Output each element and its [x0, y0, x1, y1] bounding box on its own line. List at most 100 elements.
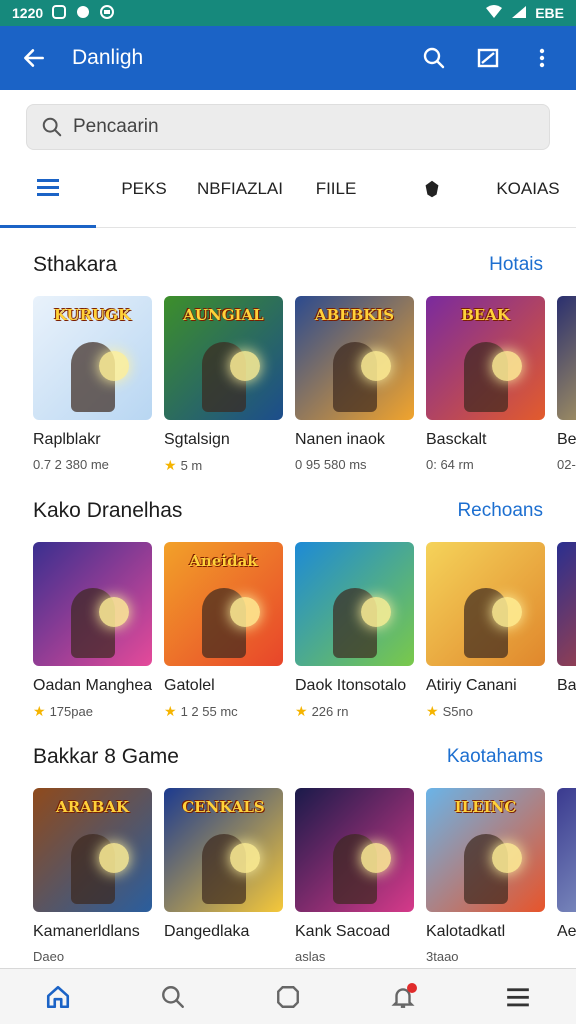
game-meta: ★ S5no [426, 703, 545, 720]
game-card[interactable]: Aneidak Gatolel ★ 1 2 55 mc [164, 542, 283, 720]
game-card[interactable]: Bed 02- [557, 296, 576, 474]
tab-koaias[interactable]: KOAIAS [480, 150, 576, 228]
game-meta: ★ 175pae [33, 703, 152, 720]
tab-menu[interactable] [0, 150, 96, 228]
glow-effect [361, 843, 391, 873]
game-art-title: KURUGK [54, 306, 131, 324]
game-meta: ★ 226 rn [295, 703, 414, 720]
nav-search-button[interactable] [145, 969, 201, 1025]
nav-notifications-button[interactable] [375, 969, 431, 1025]
tab-bar: PEKS NBFIAZLAI FIILE KOAIAS [0, 150, 576, 228]
glow-effect [99, 597, 129, 627]
game-thumbnail[interactable] [295, 788, 414, 912]
game-thumbnail[interactable]: Aneidak [164, 542, 283, 666]
game-card[interactable]: Oadan Manghear ★ 175pae [33, 542, 152, 720]
nav-apps-button[interactable] [260, 969, 316, 1025]
game-card[interactable]: Aed [557, 788, 576, 964]
game-art-title: ABEBKIS [314, 306, 395, 324]
shield-icon [425, 180, 439, 197]
tab-nbfiazlai[interactable]: NBFIAZLAI [192, 150, 288, 228]
game-thumbnail[interactable] [557, 788, 576, 912]
search-wrapper: Pencaarin [0, 90, 576, 150]
back-button[interactable] [14, 38, 54, 78]
game-meta-text: Daeo [33, 949, 65, 964]
home-icon [46, 985, 69, 1008]
star-icon: ★ [295, 703, 308, 719]
menu-icon [507, 987, 530, 1006]
game-card[interactable]: Atiriy Canani ★ S5no [426, 542, 545, 720]
game-card[interactable]: AUNGIAL Sgtalsign ★ 5 m [164, 296, 283, 474]
nav-menu-button[interactable] [490, 969, 546, 1025]
game-thumbnail[interactable]: AUNGIAL [164, 296, 283, 420]
game-card[interactable]: CENKALS Dangedlaka [164, 788, 283, 964]
game-thumbnail[interactable]: CENKALS [164, 788, 283, 912]
game-meta: 0 95 580 ms [295, 457, 414, 472]
status-time: 1220 [12, 5, 44, 21]
wifi-icon [485, 4, 503, 22]
tab-peks[interactable]: PEKS [96, 150, 192, 228]
game-card[interactable]: Ban [557, 542, 576, 720]
game-meta: aslas [295, 949, 414, 964]
more-options-button[interactable] [522, 38, 562, 78]
game-name: Atiriy Canani [426, 677, 517, 694]
tab-fiile[interactable]: FIILE [288, 150, 384, 228]
game-meta: Daeo [33, 949, 152, 964]
game-thumbnail[interactable]: BEAK [426, 296, 545, 420]
glow-effect [492, 351, 522, 381]
game-card[interactable]: Kank Sacoad aslas [295, 788, 414, 964]
game-meta-text: 175pae [49, 704, 93, 719]
tab-shield[interactable] [384, 150, 480, 228]
game-name: Sgtalsign [164, 431, 230, 448]
section-title: Kako Dranelhas [33, 499, 183, 522]
game-name: Oadan Manghear [33, 677, 152, 694]
game-name: Aed [557, 923, 576, 940]
game-card[interactable]: BEAK Basckalt 0: 64 rm [426, 296, 545, 474]
game-row: ARABAK Kamanerldlans Daeo CENKALS Danged… [0, 788, 576, 964]
bottom-nav [0, 968, 576, 1024]
game-thumbnail[interactable] [33, 542, 152, 666]
game-art-title: ILEINC [454, 798, 517, 816]
game-card[interactable]: ABEBKIS Nanen inaok 0 95 580 ms [295, 296, 414, 474]
game-meta-text: 1 2 55 mc [180, 704, 238, 719]
game-meta-text: 5 m [180, 458, 203, 473]
game-thumbnail[interactable]: ILEINC [426, 788, 545, 912]
app-bar: Danligh [0, 26, 576, 90]
search-button[interactable] [414, 38, 454, 78]
game-thumbnail[interactable]: ARABAK [33, 788, 152, 912]
notification-icon [51, 4, 67, 23]
status-right: EBE [485, 4, 564, 22]
search-icon [42, 117, 62, 137]
glow-effect [492, 843, 522, 873]
star-icon: ★ [426, 703, 439, 719]
glow-effect [230, 597, 260, 627]
section-header: Bakkar 8 Game Kaotahams [0, 742, 576, 772]
game-card[interactable]: Daok Itonsotalo ★ 226 rn [295, 542, 414, 720]
game-meta: ★ 5 m [164, 457, 283, 474]
nav-home-button[interactable] [30, 969, 86, 1025]
game-art-title: ARABAK [55, 798, 130, 816]
game-thumbnail[interactable]: KURUGK [33, 296, 152, 420]
status-bar: 1220 EBE [0, 0, 576, 26]
game-thumbnail[interactable] [557, 542, 576, 666]
search-input[interactable]: Pencaarin [26, 104, 550, 150]
star-icon: ★ [164, 703, 177, 719]
game-meta-text: 0.7 2 380 me [33, 457, 109, 472]
game-thumbnail[interactable] [426, 542, 545, 666]
game-card[interactable]: KURUGK Raplblakr 0.7 2 380 me [33, 296, 152, 474]
message-icon [99, 4, 115, 23]
compose-icon [477, 48, 499, 68]
section-see-more-link[interactable]: Rechoans [457, 500, 543, 522]
game-thumbnail[interactable] [557, 296, 576, 420]
section-see-more-link[interactable]: Hotais [489, 254, 543, 276]
section-title: Bakkar 8 Game [33, 745, 179, 768]
game-card[interactable]: ILEINC Kalotadkatl 3taao [426, 788, 545, 964]
game-thumbnail[interactable]: ABEBKIS [295, 296, 414, 420]
compose-button[interactable] [468, 38, 508, 78]
game-name: Kamanerldlans [33, 923, 140, 940]
game-thumbnail[interactable] [295, 542, 414, 666]
game-art-title: Aneidak [189, 552, 258, 570]
search-placeholder: Pencaarin [73, 116, 159, 137]
game-card[interactable]: ARABAK Kamanerldlans Daeo [33, 788, 152, 964]
section-see-more-link[interactable]: Kaotahams [447, 746, 543, 768]
game-row: KURUGK Raplblakr 0.7 2 380 me AUNGIAL Sg… [0, 296, 576, 474]
